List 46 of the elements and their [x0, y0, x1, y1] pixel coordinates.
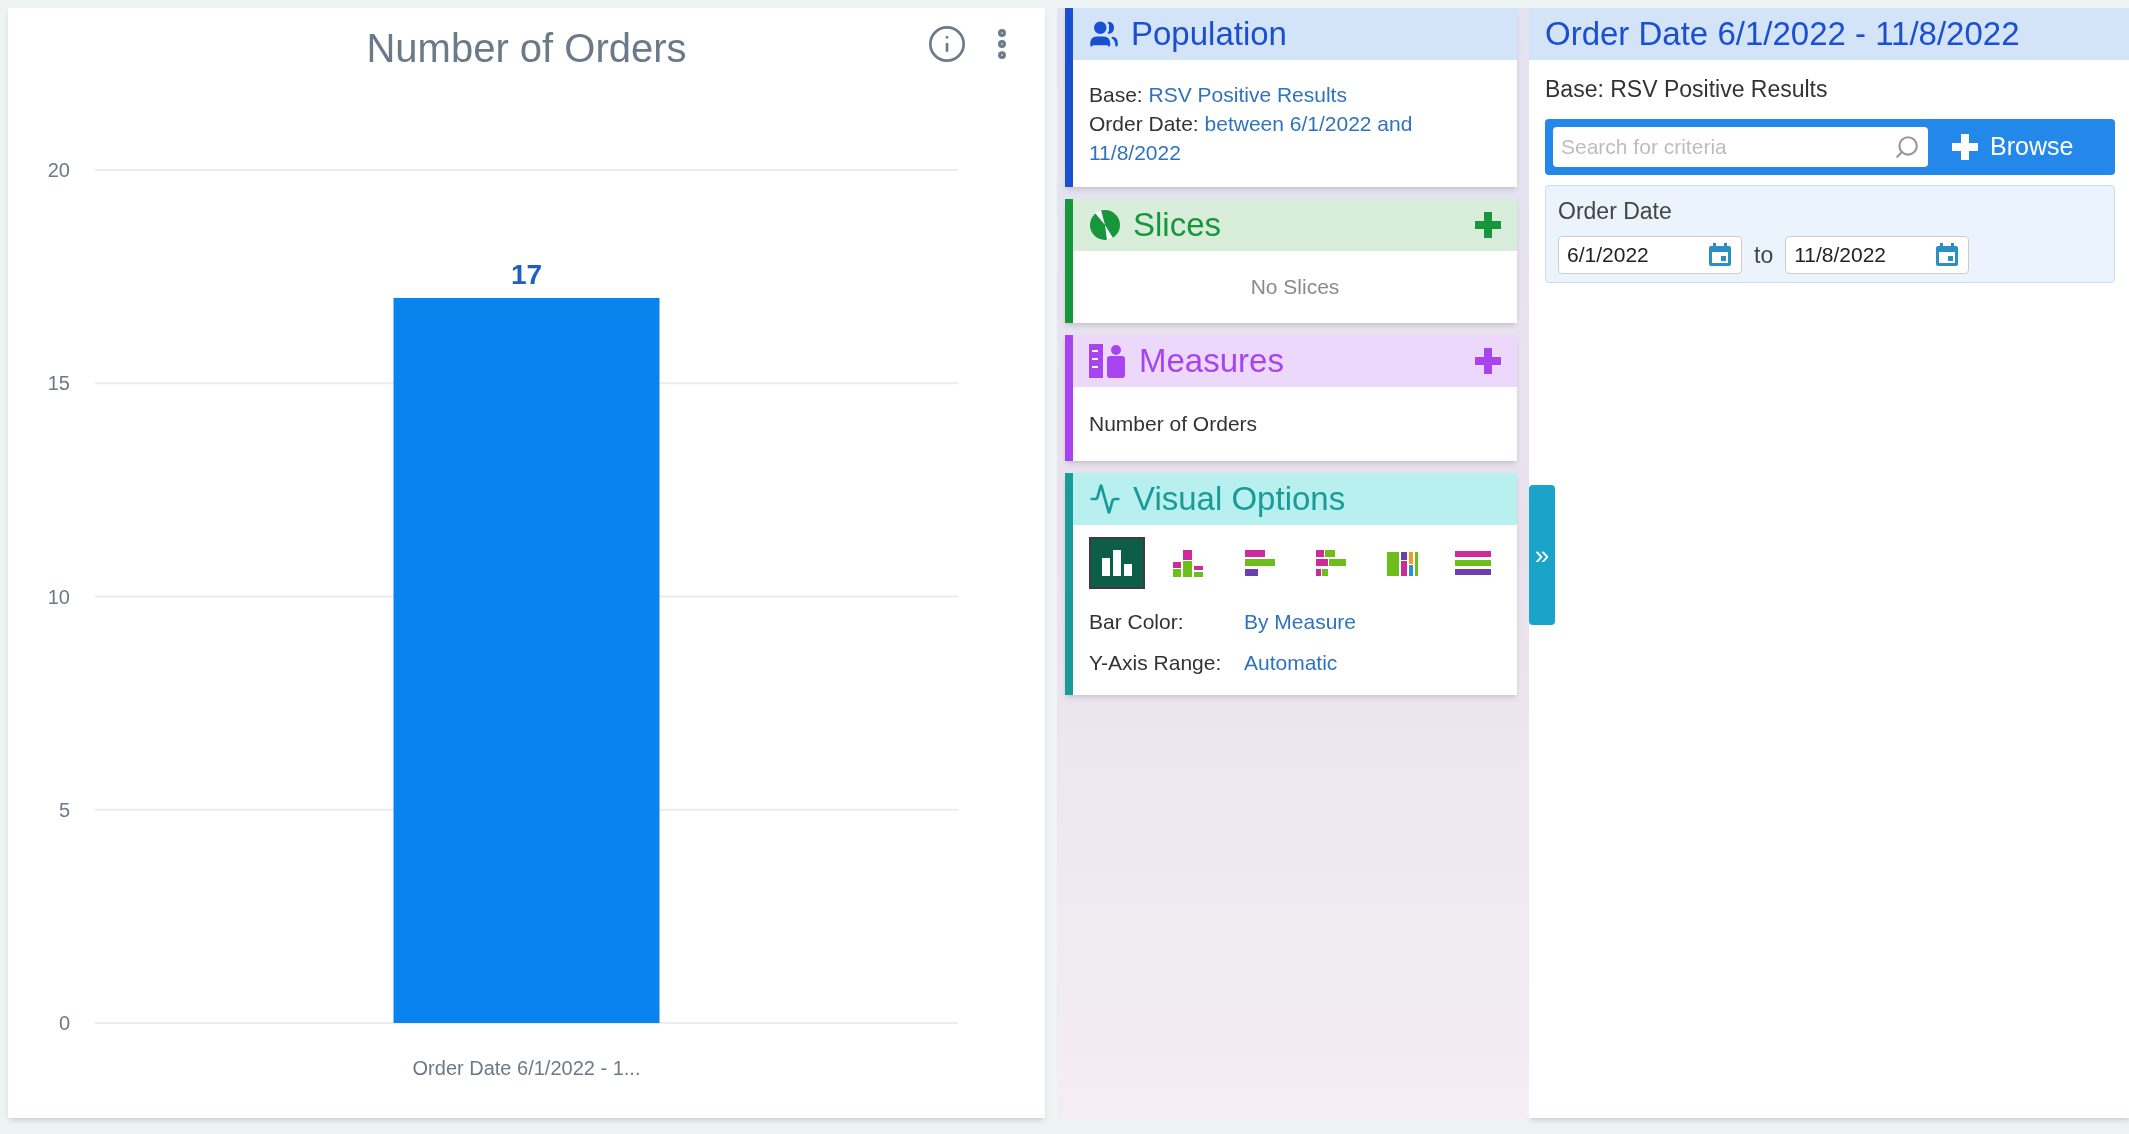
criteria-line: Base: RSV Positive Results — [1089, 82, 1348, 108]
panel-title: Measures — [1139, 341, 1285, 382]
panel-title: Visual Options — [1133, 479, 1346, 520]
browse-button[interactable]: Browse — [1944, 127, 2082, 166]
range-joiner: to — [1754, 240, 1774, 270]
stacked-bar-chart-icon — [1313, 548, 1348, 578]
axis-tick-label: 10 — [47, 585, 70, 608]
search-icon — [1894, 133, 1920, 160]
stacked-column-chart-icon — [1171, 548, 1206, 578]
add-measure-icon[interactable] — [1475, 348, 1501, 374]
category-label: Order Date 6/1/2022 - 1... — [412, 1057, 641, 1079]
setting-label: Y-Axis Range: — [1089, 649, 1223, 676]
setting-label: Bar Color: — [1089, 608, 1185, 635]
plus-icon — [1952, 133, 1978, 160]
search-field[interactable]: Search for criteria — [1553, 126, 1928, 167]
chart-type-option[interactable] — [1089, 537, 1145, 589]
calendar-icon[interactable] — [1707, 242, 1733, 268]
info-icon[interactable] — [927, 24, 967, 64]
axis-tick-label: 20 — [47, 159, 70, 181]
chart-title: Number of Orders — [366, 25, 687, 72]
pulse-icon — [1089, 483, 1121, 515]
empty-message: No Slices — [1250, 274, 1340, 301]
measure-icon — [1089, 344, 1127, 378]
axis-tick-label: 0 — [58, 1012, 70, 1034]
people-icon — [1089, 19, 1119, 49]
add-slice-icon[interactable] — [1475, 212, 1501, 238]
pie-icon — [1089, 209, 1121, 241]
criteria-line: Order Date: between 6/1/2022 and 11/8/2022 — [1089, 111, 1414, 166]
measure-item[interactable]: Number of Orders — [1089, 408, 1258, 440]
list-icon — [1453, 548, 1494, 578]
calendar-icon[interactable] — [1934, 242, 1961, 268]
base-text: Base: RSV Positive Results — [1545, 75, 1829, 104]
column-chart-icon — [1099, 548, 1134, 578]
axis-tick-label: 5 — [58, 798, 70, 821]
filter-label: Order Date — [1558, 196, 1673, 226]
data-label: 17 — [510, 258, 543, 290]
panel-title: Order Date 6/1/2022 - 11/8/2022 — [1545, 14, 2020, 55]
date-field[interactable]: 6/1/2022 — [1558, 236, 1742, 274]
panel-title: Slices — [1133, 205, 1223, 246]
date-field[interactable]: 11/8/2022 — [1785, 236, 1970, 274]
panel-title: Population — [1131, 14, 1287, 55]
expand-tab[interactable]: » — [1529, 485, 1555, 625]
axis-tick-label: 15 — [47, 372, 70, 395]
setting-link[interactable]: Automatic — [1244, 646, 1338, 679]
setting-link[interactable]: By Measure — [1244, 605, 1357, 638]
bar-chart-icon — [1242, 548, 1277, 578]
